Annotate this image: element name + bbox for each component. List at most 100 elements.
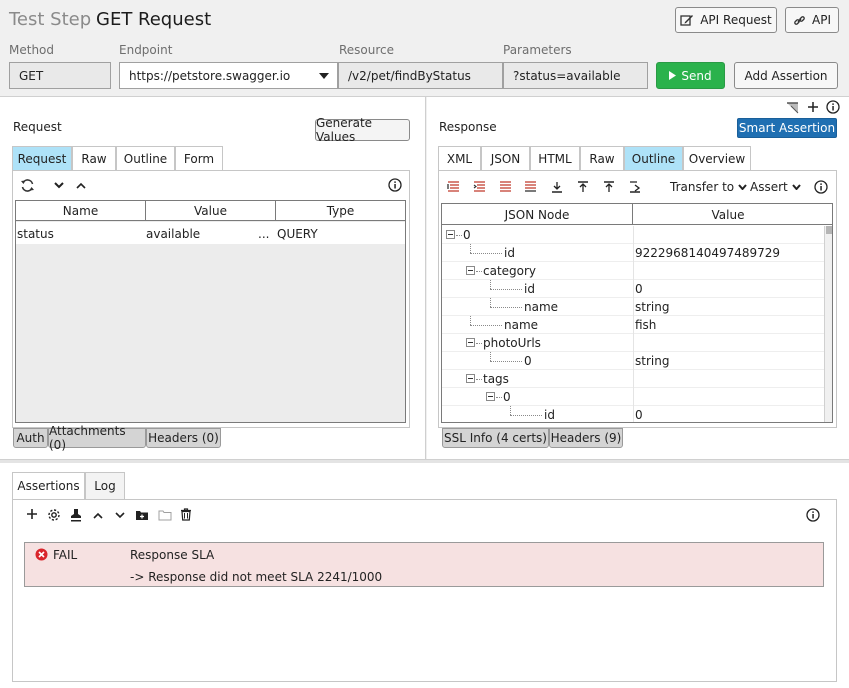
param-value-more[interactable]: ... <box>258 227 269 241</box>
endpoint-dropdown[interactable]: https://petstore.swagger.io <box>119 62 338 89</box>
tree-connector <box>456 235 462 236</box>
json-tree-row[interactable]: id 9222968140497489729 <box>442 244 825 262</box>
json-tree-row[interactable]: id 0 <box>442 406 825 422</box>
chevron-down-icon[interactable] <box>114 509 126 521</box>
resource-field[interactable]: /v2/pet/findByStatus <box>338 62 503 89</box>
collapse-toggle-icon[interactable] <box>466 374 475 383</box>
api-request-button[interactable]: API Request <box>675 7 777 33</box>
col-header-type: Type <box>326 204 355 218</box>
col-header-name: Name <box>16 201 146 221</box>
json-node-value: 0 <box>635 282 643 296</box>
tree-connector <box>470 325 502 326</box>
tab-request-headers[interactable]: Headers (0) <box>146 428 221 448</box>
json-node-label: photoUrls <box>483 336 541 350</box>
tab-form[interactable]: Form <box>175 146 223 170</box>
move-bottom-icon[interactable] <box>550 180 564 194</box>
indent-icon[interactable] <box>628 180 642 194</box>
json-tree-row[interactable]: name fish <box>442 316 825 334</box>
tab-assertions[interactable]: Assertions <box>12 472 85 499</box>
param-name-cell[interactable]: status <box>17 227 54 241</box>
json-node-label: 0 <box>503 390 511 404</box>
tab-log[interactable]: Log <box>85 472 125 499</box>
collapse-toggle-icon[interactable] <box>466 266 475 275</box>
tree-connector <box>470 253 502 254</box>
column-separator <box>633 316 634 334</box>
tab-response-headers[interactable]: Headers (9) <box>549 428 623 448</box>
json-tree-row[interactable]: 0 <box>442 388 825 406</box>
layout-icon[interactable] <box>785 100 799 114</box>
trash-icon[interactable] <box>179 507 193 522</box>
json-node-value: string <box>635 354 670 368</box>
tab-outline[interactable]: Outline <box>116 146 175 170</box>
assert-menu[interactable]: Assert <box>750 180 801 194</box>
tab-overview[interactable]: Overview <box>683 146 751 170</box>
json-node-label: category <box>483 264 537 278</box>
json-tree-row[interactable]: tags <box>442 370 825 388</box>
json-tree-row[interactable]: 0 <box>442 226 825 244</box>
api-button[interactable]: API <box>785 7 839 33</box>
column-separator <box>633 226 634 244</box>
gear-icon[interactable] <box>46 507 61 522</box>
json-node-value: string <box>635 300 670 314</box>
collapse-all-icon[interactable] <box>472 180 486 194</box>
send-button[interactable]: Send <box>656 62 725 89</box>
method-field[interactable]: GET <box>9 62 111 89</box>
table-row[interactable] <box>16 222 405 244</box>
param-value-cell[interactable]: available <box>146 227 200 241</box>
vertical-scrollbar[interactable] <box>824 226 832 422</box>
tree-connector <box>510 415 542 416</box>
tab-attachments[interactable]: Attachments (0) <box>48 424 146 452</box>
play-icon <box>669 71 677 80</box>
tab-raw[interactable]: Raw <box>72 146 116 170</box>
stamp-icon[interactable] <box>68 507 83 522</box>
collapse-toggle-icon[interactable] <box>486 392 495 401</box>
tree-connector <box>470 244 471 253</box>
scrollbar-thumb[interactable] <box>826 226 832 234</box>
json-tree-row[interactable]: category <box>442 262 825 280</box>
outdent-icon[interactable] <box>602 180 616 194</box>
tree-connector <box>510 406 511 415</box>
resource-label: Resource <box>339 43 395 57</box>
tab-ssl-info[interactable]: SSL Info (4 certs) <box>442 428 549 448</box>
json-tree-row[interactable]: photoUrls <box>442 334 825 352</box>
json-tree-row[interactable]: name string <box>442 298 825 316</box>
tab-response-raw[interactable]: Raw <box>580 146 624 170</box>
refresh-icon[interactable] <box>19 177 35 193</box>
chevron-up-icon[interactable] <box>75 179 87 191</box>
json-tree-row[interactable]: id 0 <box>442 280 825 298</box>
folder-icon <box>157 507 172 522</box>
add-icon[interactable] <box>25 507 39 521</box>
tab-request[interactable]: Request <box>12 146 72 170</box>
add-icon[interactable] <box>806 100 820 114</box>
smart-assertion-button[interactable]: Smart Assertion <box>737 118 837 138</box>
tree-connector <box>470 316 471 325</box>
collapse-toggle-icon[interactable] <box>446 230 455 239</box>
new-folder-icon[interactable] <box>134 507 149 522</box>
justify-icon[interactable] <box>523 180 537 194</box>
info-icon[interactable] <box>814 180 828 194</box>
parameters-field[interactable]: ?status=available <box>503 62 648 89</box>
chevron-down-icon[interactable] <box>53 179 65 191</box>
align-icon[interactable] <box>498 180 512 194</box>
tab-auth[interactable]: Auth <box>13 428 48 448</box>
tab-html[interactable]: HTML <box>530 146 580 170</box>
collapse-toggle-icon[interactable] <box>466 338 475 347</box>
transfer-to-menu[interactable]: Transfer to <box>670 180 747 194</box>
info-icon[interactable] <box>826 100 840 114</box>
info-icon[interactable] <box>388 178 402 192</box>
info-icon[interactable] <box>806 508 820 522</box>
method-label: Method <box>9 43 55 57</box>
json-node-label: name <box>524 300 559 314</box>
json-node-label: id <box>544 408 555 422</box>
tab-response-outline[interactable]: Outline <box>624 146 683 170</box>
param-type-cell[interactable]: QUERY <box>277 227 318 241</box>
tab-xml[interactable]: XML <box>438 146 481 170</box>
column-separator <box>633 280 634 298</box>
add-assertion-button[interactable]: Add Assertion <box>734 62 838 89</box>
move-top-icon[interactable] <box>576 180 590 194</box>
generate-values-button[interactable]: Generate Values <box>315 116 410 144</box>
json-tree-row[interactable]: 0 string <box>442 352 825 370</box>
tab-json[interactable]: JSON <box>481 146 530 170</box>
chevron-up-icon[interactable] <box>92 509 104 521</box>
expand-all-icon[interactable] <box>446 180 460 194</box>
